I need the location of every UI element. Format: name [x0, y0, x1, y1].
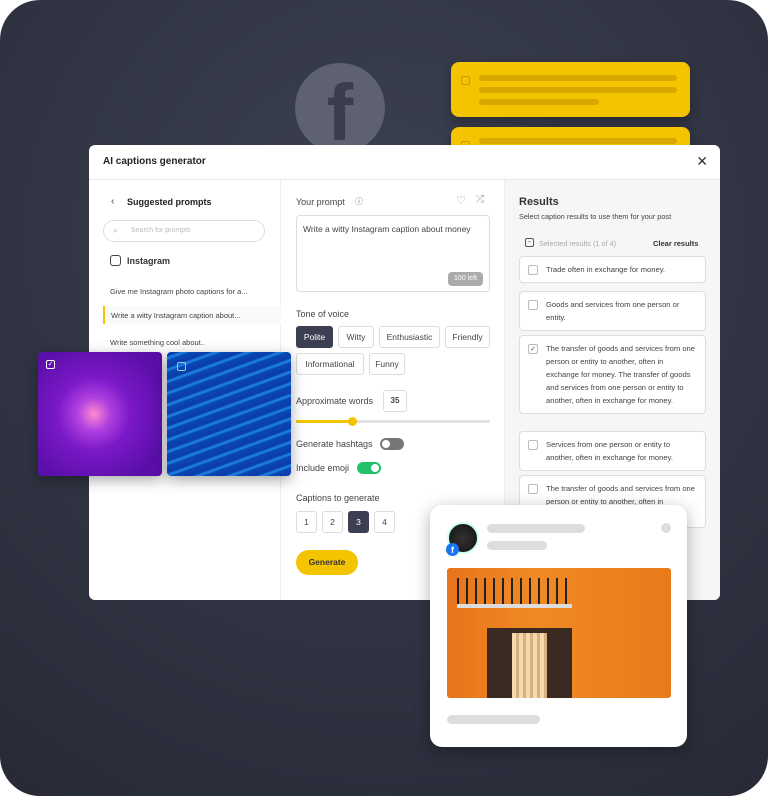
clear-results-link[interactable]: Clear results: [653, 239, 698, 248]
result-item[interactable]: ✓ The transfer of goods and services from…: [519, 335, 706, 414]
words-label: Approximate words: [296, 396, 374, 406]
prompt-item[interactable]: Write something cool about..: [110, 338, 205, 347]
more-icon[interactable]: [661, 523, 671, 533]
image-checkbox-checked[interactable]: ✓: [46, 360, 55, 369]
image-checkbox[interactable]: [177, 362, 186, 371]
prompt-item[interactable]: Give me Instagram photo captions for a..…: [110, 287, 248, 296]
post-image: [447, 568, 671, 698]
caption-card-decoration: [451, 62, 690, 117]
purple-abstract-image[interactable]: ✓: [38, 352, 162, 476]
words-input[interactable]: 35: [383, 390, 407, 412]
facebook-logo-icon: f: [295, 63, 385, 153]
panel-title: Suggested prompts: [127, 197, 212, 207]
search-input[interactable]: ⌕ Search for prompts: [103, 220, 265, 242]
chars-left-badge: 100 left: [448, 272, 483, 286]
slider-handle[interactable]: [348, 417, 358, 426]
selected-count: Selected results (1 of 4): [539, 239, 617, 248]
count-1[interactable]: 1: [296, 511, 317, 533]
count-2[interactable]: 2: [322, 511, 343, 533]
result-item[interactable]: Goods and services from one person or en…: [519, 291, 706, 331]
select-all-checkbox[interactable]: -: [525, 238, 534, 247]
tone-polite[interactable]: Polite: [296, 326, 333, 348]
post-preview-card: f: [430, 505, 687, 747]
tone-label: Tone of voice: [296, 309, 350, 319]
shuffle-icon[interactable]: ⤮: [476, 194, 484, 205]
prompt-value: Write a witty Instagram caption about mo…: [303, 224, 471, 234]
emoji-label: Include emoji: [296, 463, 350, 473]
close-icon[interactable]: ✕: [696, 153, 708, 170]
emoji-toggle[interactable]: [357, 462, 381, 474]
hashtags-label: Generate hashtags: [296, 439, 373, 449]
tone-friendly[interactable]: Friendly: [445, 326, 490, 348]
result-checkbox[interactable]: [528, 440, 538, 450]
result-checkbox[interactable]: [528, 484, 538, 494]
search-placeholder: Search for prompts: [131, 227, 191, 234]
result-text: The transfer of goods and services from …: [546, 344, 695, 405]
result-checkbox[interactable]: [528, 300, 538, 310]
results-subtitle: Select caption results to use them for y…: [519, 212, 672, 221]
result-item[interactable]: Trade often in exchange for money.: [519, 256, 706, 283]
info-icon[interactable]: ⓘ: [355, 196, 363, 207]
heart-icon[interactable]: ♡: [456, 194, 466, 207]
tone-funny[interactable]: Funny: [369, 353, 405, 375]
result-checkbox[interactable]: [528, 265, 538, 275]
instagram-icon: [110, 255, 121, 266]
result-item[interactable]: Services from one person or entity to an…: [519, 431, 706, 471]
count-4[interactable]: 4: [374, 511, 395, 533]
blue-waves-image[interactable]: [167, 352, 291, 476]
result-text: Services from one person or entity to an…: [546, 440, 673, 462]
results-title: Results: [519, 196, 559, 208]
captions-label: Captions to generate: [296, 493, 380, 503]
prompt-text: Write a witty Instagram caption about...: [111, 311, 241, 320]
prompt-label: Your prompt: [296, 197, 345, 207]
result-text: Trade often in exchange for money.: [546, 265, 666, 274]
tone-witty[interactable]: Witty: [338, 326, 374, 348]
category-label: Instagram: [127, 256, 171, 266]
dialog-title: AI captions generator: [89, 145, 720, 180]
hashtags-toggle[interactable]: [380, 438, 404, 450]
prompt-textarea[interactable]: Write a witty Instagram caption about mo…: [296, 215, 490, 292]
tone-enthusiastic[interactable]: Enthusiastic: [379, 326, 440, 348]
tone-informational[interactable]: Informational: [296, 353, 364, 375]
facebook-badge-icon: f: [446, 543, 459, 556]
count-3[interactable]: 3: [348, 511, 369, 533]
generate-button[interactable]: Generate: [296, 550, 358, 575]
result-text: Goods and services from one person or en…: [546, 300, 680, 322]
prompt-item-active[interactable]: Write a witty Instagram caption about...: [103, 306, 281, 324]
search-icon: ⌕: [113, 226, 118, 235]
result-checkbox[interactable]: ✓: [528, 344, 538, 354]
words-slider[interactable]: [296, 417, 490, 426]
back-icon[interactable]: ‹: [111, 196, 114, 207]
